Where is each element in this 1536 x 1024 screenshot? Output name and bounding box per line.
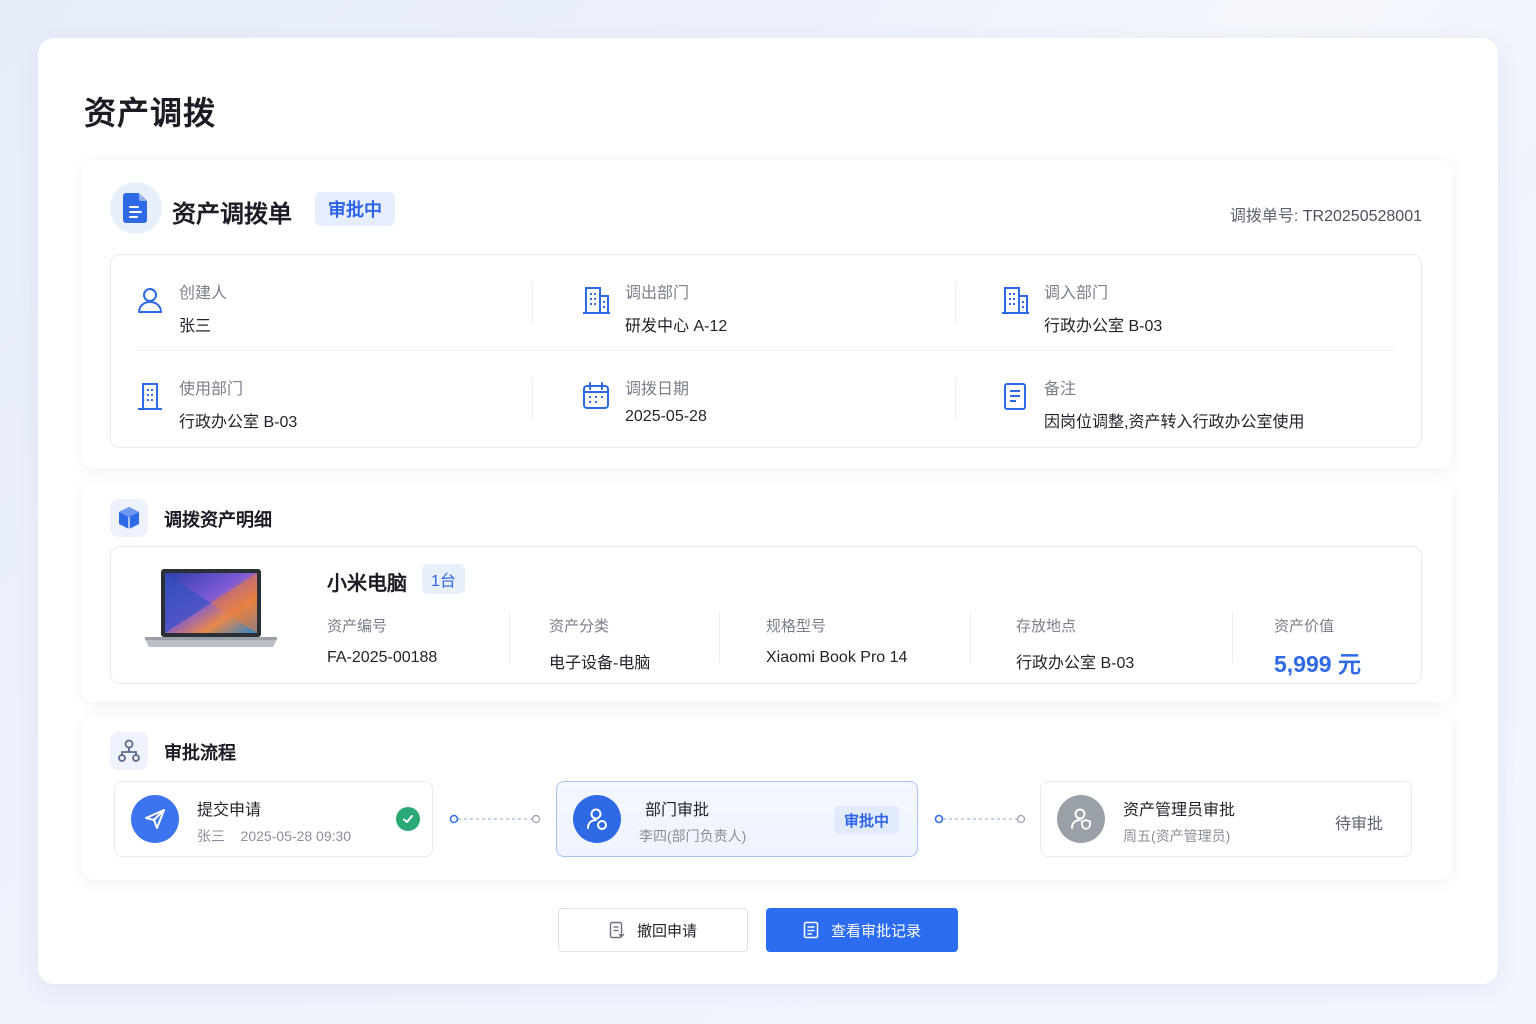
- step-status-text: 待审批: [1334, 816, 1383, 833]
- divider: [509, 611, 510, 663]
- user-icon: [138, 288, 162, 313]
- quantity-badge: 1台: [422, 564, 465, 594]
- calendar-icon: [583, 382, 609, 409]
- info-divider: [137, 350, 1395, 351]
- document-icon: [110, 182, 162, 234]
- info-value: 行政办公室 B-03: [179, 414, 298, 431]
- info-label: 调入部门: [1044, 285, 1109, 302]
- step-title: 部门审批: [645, 802, 710, 819]
- form-info-box: 创建人 张三 调出部门 研发中心 A-12 调入部门 行政办公室 B-03 使用…: [110, 254, 1422, 448]
- view-records-label: 查看审批记录: [830, 922, 921, 940]
- user-shield-icon: [1057, 795, 1105, 843]
- asset-field-label: 资产编号: [327, 618, 388, 635]
- info-value: 因岗位调整,资产转入行政办公室使用: [1044, 414, 1305, 431]
- asset-field-value: Xiaomi Book Pro 14: [766, 649, 908, 666]
- asset-field-value: FA-2025-00188: [327, 649, 438, 666]
- check-icon: [396, 807, 420, 831]
- status-badge: 审批中: [315, 192, 395, 226]
- info-field-to-dept: 调入部门 行政办公室 B-03: [1000, 279, 1162, 336]
- flow-icon: [110, 732, 148, 770]
- divider: [970, 611, 971, 663]
- section-title: 审批流程: [164, 743, 236, 763]
- building-icon: [1002, 287, 1029, 314]
- info-value: 2025-05-28: [625, 408, 707, 425]
- flow-step-dept-approval[interactable]: 部门审批 李四(部门负责人) 审批中: [556, 781, 918, 857]
- order-number: 调拨单号: TR20250528001: [1230, 202, 1422, 226]
- info-field-use-dept: 使用部门 行政办公室 B-03: [135, 375, 297, 432]
- cube-icon: [110, 499, 148, 537]
- asset-field-location: 存放地点 行政办公室 B-03: [1016, 615, 1134, 673]
- step-status-badge: 审批中: [833, 806, 899, 834]
- divider: [1232, 611, 1233, 663]
- withdraw-icon: [609, 921, 625, 939]
- info-label: 创建人: [179, 285, 228, 302]
- view-records-button[interactable]: 查看审批记录: [766, 908, 958, 952]
- transfer-form-card: 资产调拨单 审批中 调拨单号: TR20250528001 创建人 张三 调出部…: [82, 160, 1452, 468]
- info-field-creator: 创建人 张三: [135, 279, 227, 336]
- step-subtitle: 周五(资产管理员): [1123, 828, 1231, 844]
- info-label: 备注: [1044, 381, 1077, 398]
- send-icon: [131, 795, 179, 843]
- asset-price: 5,999 元: [1274, 651, 1361, 677]
- asset-item[interactable]: 小米电脑 1台 资产编号 FA-2025-00188 资产分类 电子设备-电脑 …: [110, 546, 1422, 684]
- user-check-icon: [573, 795, 621, 843]
- asset-field-category: 资产分类 电子设备-电脑: [549, 615, 650, 673]
- asset-field-model: 规格型号 Xiaomi Book Pro 14: [766, 615, 907, 667]
- building-icon: [138, 383, 162, 410]
- form-title: 资产调拨单: [172, 201, 292, 228]
- asset-details-card: 调拨资产明细 小米电脑 1台 资产编号 FA-2025-00188 资产分类 电…: [82, 484, 1452, 702]
- laptop-image: [145, 569, 277, 647]
- divider: [955, 281, 956, 323]
- step-connector: [934, 814, 1026, 824]
- divider: [532, 377, 533, 419]
- asset-field-code: 资产编号 FA-2025-00188: [327, 615, 437, 667]
- building-icon: [583, 287, 610, 314]
- asset-field-label: 资产分类: [549, 618, 610, 635]
- info-label: 使用部门: [179, 381, 244, 398]
- order-number-value: TR20250528001: [1302, 208, 1422, 225]
- info-field-transfer-date: 调拨日期 2025-05-28: [581, 375, 707, 426]
- asset-field-label: 资产价值: [1274, 618, 1335, 635]
- step-title: 资产管理员审批: [1123, 802, 1236, 819]
- divider: [719, 611, 720, 663]
- asset-field-value-amount: 资产价值 5,999 元: [1274, 615, 1361, 679]
- section-title: 调拨资产明细: [164, 510, 272, 530]
- withdraw-label: 撤回申请: [636, 922, 697, 940]
- divider: [532, 281, 533, 323]
- step-title: 提交申请: [197, 802, 262, 819]
- info-value: 研发中心 A-12: [625, 318, 728, 335]
- note-icon: [1004, 383, 1026, 410]
- info-field-from-dept: 调出部门 研发中心 A-12: [581, 279, 727, 336]
- info-label: 调拨日期: [625, 381, 690, 398]
- asset-field-value: 电子设备-电脑: [549, 655, 651, 672]
- step-subtitle: 张三 2025-05-28 09:30: [197, 828, 352, 844]
- asset-field-label: 存放地点: [1016, 618, 1077, 635]
- approval-flow-card: 审批流程 提交申请 张三 2025-05-28 09:30 部门审批 李四(部门…: [82, 717, 1452, 880]
- step-subtitle: 李四(部门负责人): [639, 828, 747, 844]
- asset-name: 小米电脑: [327, 573, 407, 595]
- step-connector: [449, 814, 541, 824]
- info-field-remark: 备注 因岗位调整,资产转入行政办公室使用: [1000, 375, 1304, 432]
- flow-step-admin-approval[interactable]: 资产管理员审批 周五(资产管理员) 待审批: [1040, 781, 1412, 857]
- info-value: 行政办公室 B-03: [1044, 318, 1163, 335]
- asset-field-value: 行政办公室 B-03: [1016, 655, 1135, 672]
- order-number-label: 调拨单号:: [1229, 208, 1299, 225]
- page-title: 资产调拨: [84, 95, 217, 131]
- divider: [955, 377, 956, 419]
- asset-field-label: 规格型号: [766, 618, 827, 635]
- info-label: 调出部门: [625, 285, 690, 302]
- flow-step-submit[interactable]: 提交申请 张三 2025-05-28 09:30: [114, 781, 433, 857]
- records-icon: [803, 921, 819, 939]
- info-value: 张三: [179, 318, 212, 335]
- page-container: 资产调拨 资产调拨单 审批中 调拨单号: TR20250528001 创建人 张…: [38, 38, 1498, 984]
- withdraw-button[interactable]: 撤回申请: [558, 908, 748, 952]
